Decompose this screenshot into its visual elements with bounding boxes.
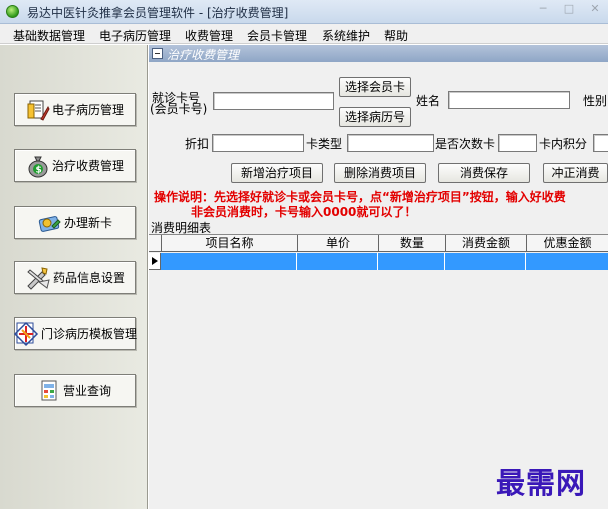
card-icon	[38, 215, 61, 232]
nav-template-management-button[interactable]: 门诊病历模板管理	[13, 317, 137, 350]
app-logo-icon	[6, 5, 19, 18]
menu-medical-records[interactable]: 电子病历管理	[99, 27, 171, 44]
save-consumption-button[interactable]: 消费保存	[438, 163, 530, 183]
row-indicator-icon	[149, 253, 161, 270]
cell-discount-amount[interactable]	[526, 253, 608, 270]
panel-title: 治疗收费管理	[167, 48, 240, 62]
window-title: 易达中医针灸推拿会员管理软件 - [治疗收费管理]	[27, 6, 289, 20]
gender-label: 性别	[583, 94, 608, 108]
card-points-label: 卡内积分	[539, 137, 588, 151]
nav-medical-records-button[interactable]: 电子病历管理	[14, 93, 136, 126]
template-icon	[13, 321, 39, 346]
title-bar: 易达中医针灸推拿会员管理软件 - [治疗收费管理] ─ □ ✕	[0, 0, 608, 24]
tools-icon	[27, 266, 50, 290]
maximize-icon[interactable]: □	[556, 0, 582, 18]
query-icon	[41, 380, 57, 400]
is-times-card-input[interactable]	[498, 134, 537, 152]
card-type-label: 卡类型	[306, 137, 343, 151]
table-header: 项目名称 单价 数量 消费金额 优惠金额	[149, 235, 608, 252]
cell-quantity[interactable]	[378, 253, 445, 270]
discount-input[interactable]	[212, 134, 304, 152]
nav-treatment-billing-button[interactable]: $ 治疗收费管理	[14, 149, 136, 182]
add-treatment-item-button[interactable]: 新增治疗项目	[231, 163, 323, 183]
member-card-no-label: (会员卡号)	[150, 102, 208, 116]
menu-system[interactable]: 系统维护	[322, 27, 370, 44]
main-panel: 治疗收费管理 就诊卡号 (会员卡号) 选择会员卡 选择病历号 姓名 性别 折扣 …	[149, 45, 608, 509]
is-times-card-label: 是否次数卡	[435, 137, 496, 151]
col-item-name[interactable]: 项目名称	[161, 235, 297, 252]
table-row[interactable]	[149, 253, 608, 270]
select-member-card-button[interactable]: 选择会员卡	[339, 77, 411, 97]
cell-unit-price[interactable]	[297, 253, 378, 270]
panel-header: 治疗收费管理	[149, 45, 608, 62]
close-icon[interactable]: ✕	[582, 0, 608, 18]
money-bag-icon: $	[28, 156, 48, 177]
svg-text:$: $	[35, 165, 41, 175]
window-controls: ─ □ ✕	[530, 0, 608, 20]
col-quantity[interactable]: 数量	[378, 235, 445, 252]
card-no-input[interactable]	[213, 92, 334, 110]
menu-basic-data[interactable]: 基础数据管理	[13, 27, 85, 44]
delete-consumption-item-button[interactable]: 删除消费项目	[334, 163, 426, 183]
menu-member-card[interactable]: 会员卡管理	[247, 27, 307, 44]
nav-business-query-button[interactable]: 营业查询	[14, 374, 136, 407]
name-input[interactable]	[448, 91, 570, 109]
cell-item-name[interactable]	[161, 253, 297, 270]
col-discount-amount[interactable]: 优惠金额	[526, 235, 608, 252]
left-nav: 电子病历管理 $ 治疗收费管理 办理新卡 药品信息设置 门诊病历模板管理 营业查…	[0, 45, 148, 509]
minimize-icon[interactable]: ─	[530, 0, 556, 18]
medical-record-icon	[27, 100, 50, 121]
card-points-input[interactable]	[593, 134, 608, 152]
nav-new-card-button[interactable]: 办理新卡	[14, 206, 136, 239]
nav-drug-settings-button[interactable]: 药品信息设置	[14, 261, 136, 294]
watermark-logo: 最需网	[496, 466, 587, 500]
cell-amount[interactable]	[445, 253, 526, 270]
select-record-no-button[interactable]: 选择病历号	[339, 107, 411, 127]
col-amount[interactable]: 消费金额	[445, 235, 526, 252]
menu-help[interactable]: 帮助	[384, 27, 408, 44]
reverse-consumption-button[interactable]: 冲正消费	[543, 163, 608, 183]
menu-billing[interactable]: 收费管理	[185, 27, 233, 44]
collapse-icon[interactable]	[152, 48, 163, 59]
card-type-input[interactable]	[347, 134, 434, 152]
name-label: 姓名	[416, 94, 441, 108]
menu-bar: 基础数据管理 电子病历管理 收费管理 会员卡管理 系统维护 帮助	[0, 24, 608, 44]
discount-label: 折扣	[185, 137, 210, 151]
col-unit-price[interactable]: 单价	[297, 235, 378, 252]
instruction-line-2: 非会员消费时，卡号输入0000就可以了！	[191, 205, 417, 219]
